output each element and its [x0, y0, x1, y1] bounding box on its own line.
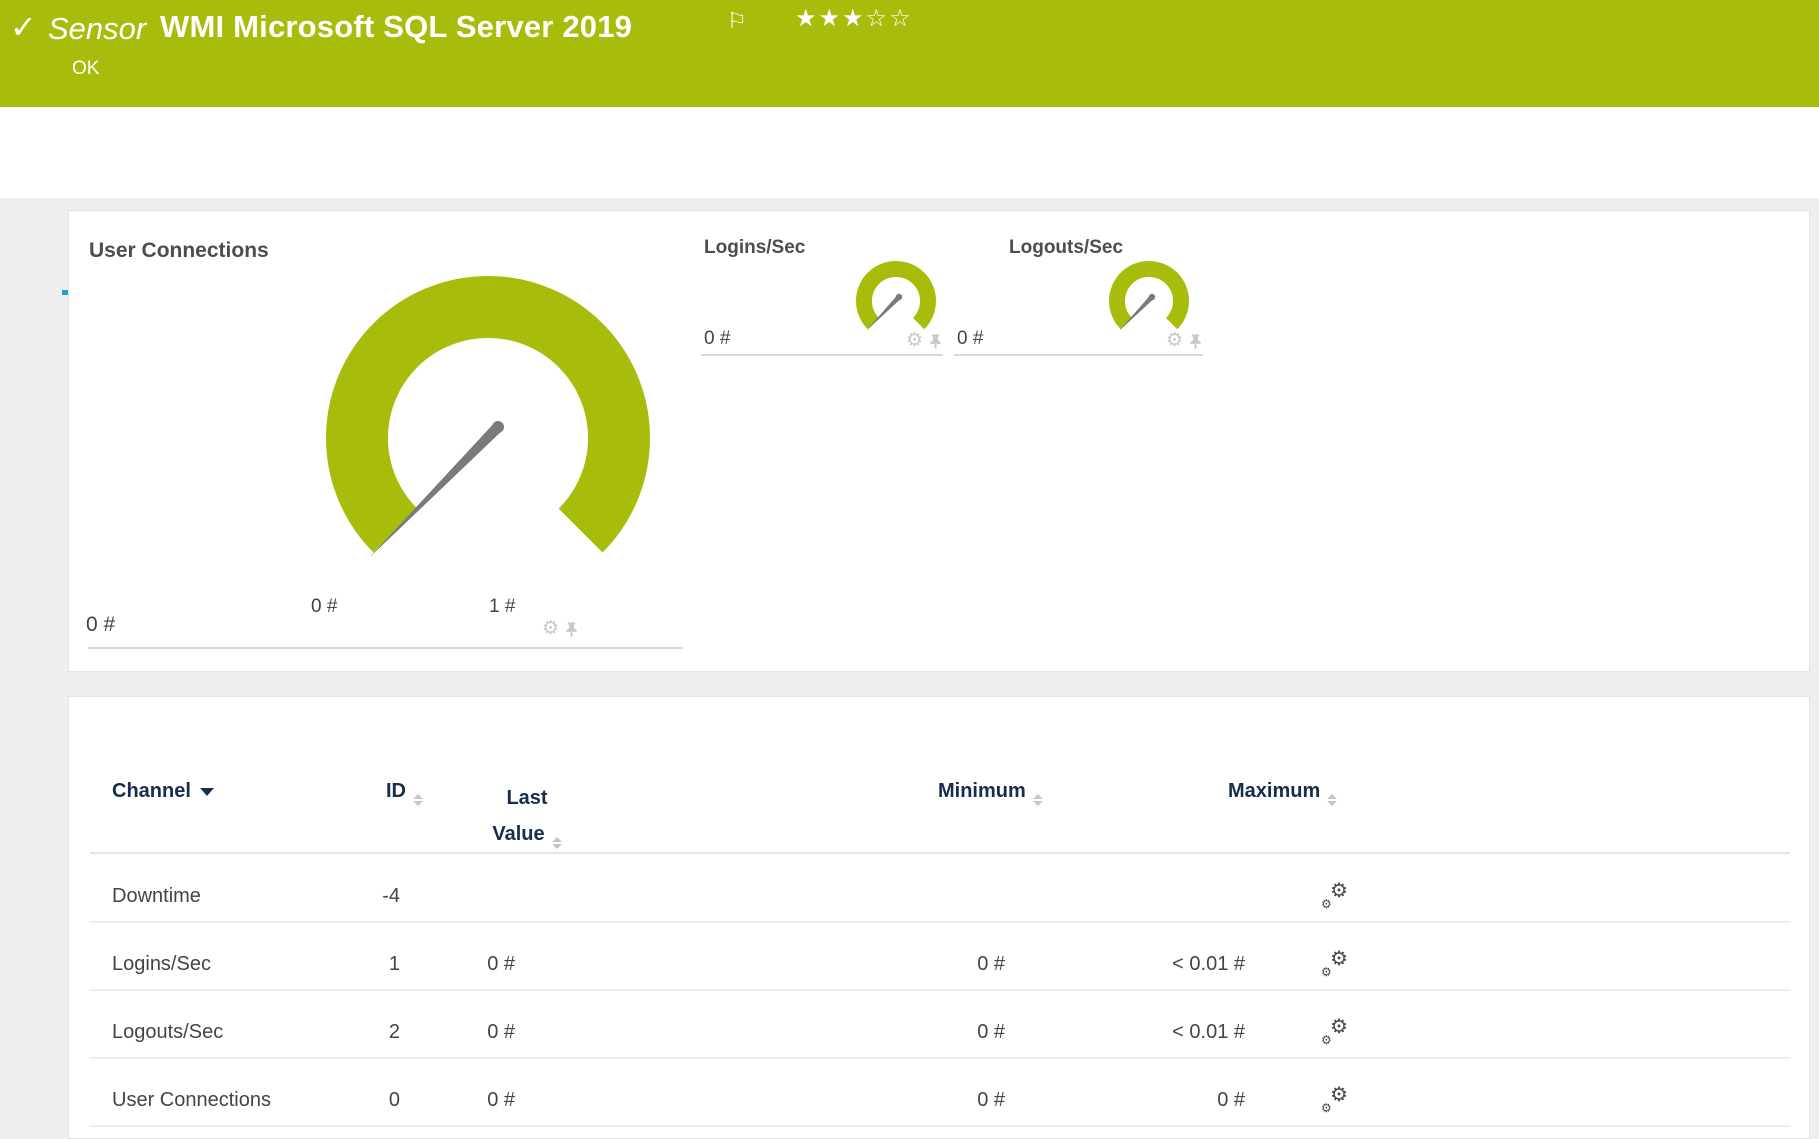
primary-gauge-underline	[88, 647, 683, 649]
channel-settings-gear-icon[interactable]: ⚙	[906, 331, 923, 350]
column-header-label: Last	[506, 787, 548, 809]
table-header-separator	[90, 852, 1790, 854]
table-row: Logouts/Sec 2 0 # 0 # < 0.01 # ⚙ ⚙	[90, 1007, 1790, 1059]
column-header-last-value[interactable]: Last Value	[487, 780, 567, 852]
last-value-cell: 0 #	[487, 952, 515, 975]
minimum-cell: 0 #	[977, 952, 1005, 975]
row-settings-gears-icon[interactable]: ⚙ ⚙	[1321, 1017, 1348, 1046]
logins-gauge-value: 0 #	[704, 328, 731, 349]
stars-empty-icon[interactable]: ☆☆	[866, 5, 913, 32]
priority-flag-icon[interactable]: ⚐	[727, 8, 747, 34]
sorted-desc-icon	[199, 788, 214, 796]
primary-gauge-tools: ⚙	[542, 619, 579, 638]
sort-arrows-icon	[1327, 794, 1338, 806]
row-settings-gears-icon[interactable]: ⚙ ⚙	[1321, 1085, 1348, 1114]
id-cell: -4	[382, 884, 400, 907]
sensor-status-text: OK	[72, 58, 100, 79]
primary-gauge-value: 0 #	[86, 613, 116, 636]
last-value-cell: 0 #	[487, 1088, 515, 1111]
column-header-label: Channel	[112, 780, 191, 802]
pin-icon[interactable]	[928, 333, 943, 349]
primary-gauge-min-label: 0 #	[311, 596, 338, 617]
sensor-header: ✓ Sensor WMI Microsoft SQL Server 2019 ⚐…	[0, 0, 1819, 107]
priority-stars[interactable]: ★★★☆☆	[795, 4, 913, 33]
sort-arrows-icon	[1032, 794, 1043, 806]
column-header-channel[interactable]: Channel	[112, 780, 214, 803]
column-header-label: ID	[386, 780, 406, 802]
minimum-cell: 0 #	[977, 1088, 1005, 1111]
status-ok-icon: ✓	[10, 9, 37, 45]
channel-settings-gear-icon[interactable]: ⚙	[1166, 331, 1183, 350]
last-value-cell: 0 #	[487, 1020, 515, 1043]
logins-gauge-tools: ⚙	[906, 331, 943, 350]
gauges-panel: User Connections 0 # 0 # 1 # ⚙ Logins/Se…	[68, 210, 1810, 672]
primary-gauge-title: User Connections	[89, 239, 269, 262]
column-header-label: Maximum	[1228, 780, 1321, 802]
tab-bar: Overview Live Data 2 days 30 days 365 da…	[0, 107, 1819, 295]
id-cell: 2	[388, 1020, 400, 1043]
column-header-id[interactable]: ID	[386, 780, 423, 806]
table-row: User Connections 0 0 # 0 # 0 # ⚙ ⚙	[90, 1075, 1790, 1127]
logins-gauge-title: Logins/Sec	[704, 237, 806, 258]
user-connections-gauge	[326, 276, 650, 558]
logins-gauge-underline	[701, 354, 943, 356]
maximum-cell: < 0.01 #	[1172, 1020, 1245, 1043]
column-header-label: Minimum	[938, 780, 1026, 802]
pin-icon[interactable]	[1188, 333, 1203, 349]
prtg-sensor-page: { "header": { "check_glyph": "✓", "type_…	[0, 0, 1819, 1139]
row-settings-gears-icon[interactable]: ⚙ ⚙	[1321, 949, 1348, 978]
stars-filled-icon[interactable]: ★★★	[795, 5, 866, 32]
logouts-gauge-value: 0 #	[957, 328, 984, 349]
minimum-cell: 0 #	[977, 1020, 1005, 1043]
id-cell: 1	[388, 952, 400, 975]
column-header-label: Value	[492, 823, 545, 845]
pin-icon[interactable]	[564, 621, 579, 637]
channel-name-cell[interactable]: Logouts/Sec	[90, 1021, 350, 1044]
sort-arrows-icon	[551, 837, 562, 849]
logouts-gauge-tools: ⚙	[1166, 331, 1203, 350]
channel-settings-gear-icon[interactable]: ⚙	[542, 619, 559, 638]
primary-gauge-max-label: 1 #	[489, 596, 516, 617]
id-cell: 0	[388, 1088, 400, 1111]
column-header-maximum[interactable]: Maximum	[1228, 780, 1338, 806]
channel-name-cell[interactable]: Logins/Sec	[90, 953, 350, 976]
table-row: Downtime -4 ⚙ ⚙	[90, 871, 1790, 923]
column-header-minimum[interactable]: Minimum	[938, 780, 1043, 806]
sort-arrows-icon	[413, 794, 423, 806]
channel-name-cell[interactable]: Downtime	[90, 885, 350, 908]
table-row: Logins/Sec 1 0 # 0 # < 0.01 # ⚙ ⚙	[90, 939, 1790, 991]
maximum-cell: < 0.01 #	[1172, 952, 1245, 975]
logouts-gauge-underline	[954, 354, 1203, 356]
maximum-cell: 0 #	[1217, 1088, 1245, 1111]
object-type-label: Sensor	[48, 11, 147, 46]
sensor-title: WMI Microsoft SQL Server 2019	[160, 9, 633, 44]
row-settings-gears-icon[interactable]: ⚙ ⚙	[1321, 881, 1348, 910]
channel-name-cell[interactable]: User Connections	[90, 1089, 350, 1112]
